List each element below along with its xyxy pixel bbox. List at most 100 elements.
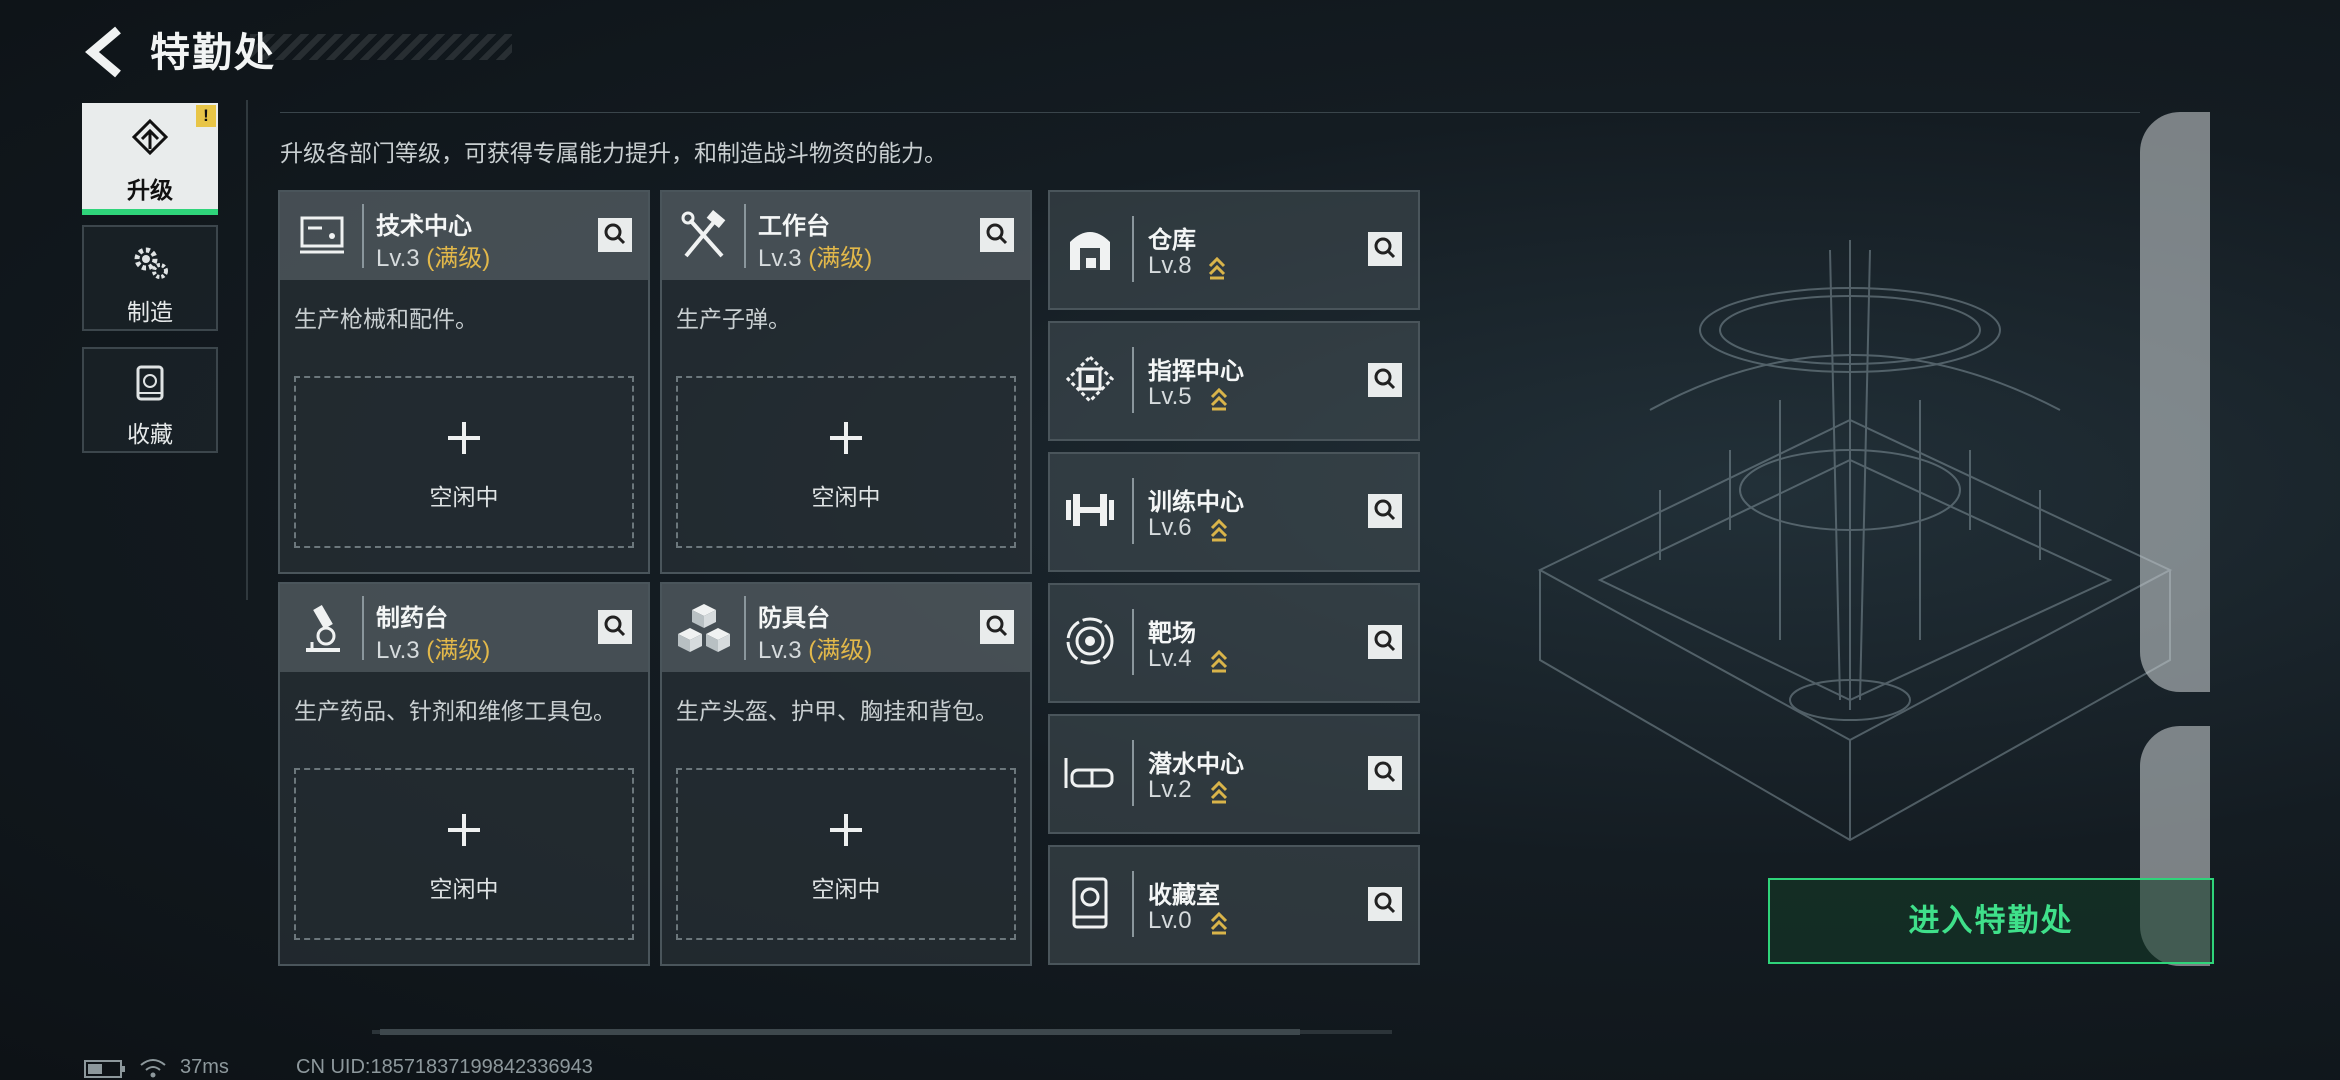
upgrade-chevron-icon: [1208, 256, 1226, 280]
chip-icon: [1065, 354, 1115, 404]
card-header: 制药台 Lv.3 (满级): [280, 584, 648, 672]
enter-button[interactable]: 进入特勤处: [1768, 878, 2214, 964]
search-icon[interactable]: [1368, 625, 1402, 659]
production-slot[interactable]: 空闲中: [676, 376, 1016, 548]
slot-status: 空闲中: [429, 876, 499, 902]
plus-icon: [830, 422, 862, 454]
upgrade-chevron-icon: [1210, 911, 1228, 935]
department-level: Lv.3 (满级): [376, 630, 490, 665]
max-level-tag: (满级): [426, 245, 491, 272]
plus-icon: [448, 422, 480, 454]
separator: [1132, 871, 1134, 937]
target-icon: [1066, 617, 1114, 665]
divider: [280, 112, 2140, 113]
department-level: Lv.3 (满级): [376, 238, 490, 273]
facility-level: Lv.2: [1148, 776, 1192, 803]
facility-card-diving-center[interactable]: 潜水中心 Lv.2: [1048, 714, 1420, 834]
level-value: Lv.3: [376, 637, 420, 664]
user-uid: CN UID:18571837199842336943: [296, 1056, 593, 1078]
max-level-tag: (满级): [808, 245, 873, 272]
max-level-tag: (满级): [426, 637, 491, 664]
search-icon[interactable]: [598, 218, 632, 252]
nav-label: 制造: [127, 299, 173, 325]
back-arrow-icon[interactable]: [80, 24, 128, 80]
goggles-icon: [1064, 758, 1114, 788]
plus-icon: [448, 814, 480, 846]
search-icon[interactable]: [980, 610, 1014, 644]
production-slot[interactable]: 空闲中: [294, 376, 634, 548]
search-icon[interactable]: [1368, 887, 1402, 921]
facility-name: 收藏室: [1148, 882, 1220, 909]
cubes-icon: [678, 604, 730, 652]
department-description: 生产枪械和配件。: [294, 306, 478, 332]
tools-icon: [681, 210, 726, 258]
facility-card-shooting-range[interactable]: 靶场 Lv.4: [1048, 583, 1420, 703]
facility-level: Lv.4: [1148, 645, 1192, 672]
facility-card-warehouse[interactable]: 仓库 Lv.8: [1048, 190, 1420, 310]
nav-tab-collection[interactable]: 收藏: [82, 347, 218, 453]
nav-tab-craft[interactable]: 制造: [82, 225, 218, 331]
upgrade-chevron-icon: [1210, 649, 1228, 673]
slot-status: 空闲中: [429, 484, 499, 510]
nav-tab-upgrade[interactable]: ! 升级: [82, 103, 218, 215]
department-name: 防具台: [758, 605, 830, 632]
separator: [1132, 347, 1134, 413]
upgrade-chevron-icon: [1210, 780, 1228, 804]
level-value: Lv.3: [758, 637, 802, 664]
separator: [744, 204, 746, 268]
separator: [1132, 609, 1134, 675]
divider: [246, 100, 248, 600]
facility-card-training-center[interactable]: 训练中心 Lv.6: [1048, 452, 1420, 572]
department-card-pharmacy[interactable]: 制药台 Lv.3 (满级) 生产药品、针剂和维修工具包。 空闲中: [278, 582, 650, 966]
base-building-illustration: [1537, 240, 2173, 842]
department-card-workbench[interactable]: 工作台 Lv.3 (满级) 生产子弹。 空闲中: [660, 190, 1032, 574]
separator: [1132, 216, 1134, 282]
production-slot[interactable]: 空闲中: [294, 768, 634, 940]
side-panel: [2140, 112, 2210, 692]
facility-name: 潜水中心: [1148, 751, 1244, 778]
battery-icon: [84, 1060, 125, 1078]
department-card-tech-center[interactable]: 技术中心 Lv.3 (满级) 生产枪械和配件。 空闲中: [278, 190, 650, 574]
gears-icon: [134, 247, 168, 279]
department-name: 技术中心: [376, 213, 472, 240]
separator: [1132, 478, 1134, 544]
title-decoration: [250, 34, 512, 60]
department-card-armor[interactable]: 防具台 Lv.3 (满级) 生产头盔、护甲、胸挂和背包。 空闲中: [660, 582, 1032, 966]
card-header: 防具台 Lv.3 (满级): [662, 584, 1030, 672]
facility-card-command-center[interactable]: 指挥中心 Lv.5: [1048, 321, 1420, 441]
slot-status: 空闲中: [811, 876, 881, 902]
search-icon[interactable]: [980, 218, 1014, 252]
production-slot[interactable]: 空闲中: [676, 768, 1016, 940]
separator: [1132, 740, 1134, 806]
separator: [362, 596, 364, 660]
facility-card-collection-room[interactable]: 收藏室 Lv.0: [1048, 845, 1420, 965]
search-icon[interactable]: [1368, 494, 1402, 528]
search-icon[interactable]: [1368, 363, 1402, 397]
department-description: 生产头盔、护甲、胸挂和背包。: [676, 698, 998, 724]
search-icon[interactable]: [598, 610, 632, 644]
page-title: 特勤处: [150, 31, 276, 75]
department-description: 生产子弹。: [676, 306, 791, 332]
facility-name: 训练中心: [1148, 489, 1244, 516]
collection-icon: [136, 365, 164, 401]
upgrade-chevron-icon: [1210, 387, 1228, 411]
max-level-tag: (满级): [808, 637, 873, 664]
card-header: 技术中心 Lv.3 (满级): [280, 192, 648, 280]
card-header: 工作台 Lv.3 (满级): [662, 192, 1030, 280]
facility-name: 指挥中心: [1148, 358, 1244, 385]
separator: [744, 596, 746, 660]
wifi-icon: [140, 1059, 166, 1078]
ping-indicator: 37ms: [180, 1056, 229, 1078]
level-value: Lv.3: [376, 245, 420, 272]
facility-name: 仓库: [1148, 227, 1196, 254]
scroll-thumb[interactable]: [380, 1029, 1300, 1035]
department-name: 制药台: [376, 605, 448, 632]
alert-badge: !: [196, 105, 216, 127]
facility-level: Lv.0: [1148, 907, 1192, 934]
facility-level: Lv.6: [1148, 514, 1192, 541]
search-icon[interactable]: [1368, 756, 1402, 790]
upgrade-chevron-icon: [1210, 518, 1228, 542]
search-icon[interactable]: [1368, 232, 1402, 266]
department-name: 工作台: [758, 213, 830, 240]
microscope-icon: [306, 604, 340, 652]
